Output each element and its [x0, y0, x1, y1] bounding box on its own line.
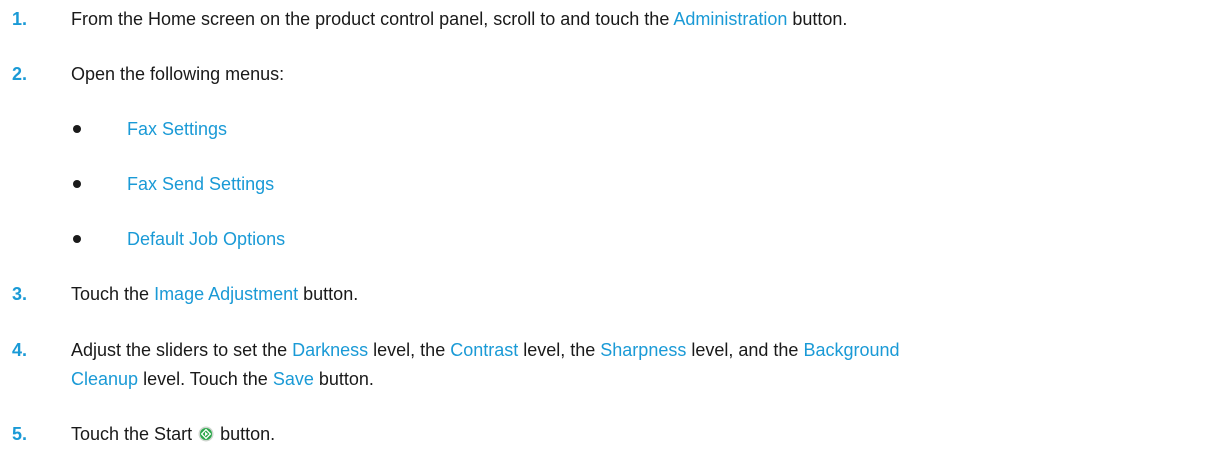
step-text: Touch the Start button.: [71, 423, 275, 445]
step-text-part: level, the: [518, 340, 601, 360]
step-text-part: From the Home screen on the product cont…: [71, 9, 674, 29]
save-keyword: Save: [272, 369, 314, 389]
darkness-keyword: Darkness: [292, 340, 369, 360]
step-text-part: Touch the: [71, 284, 155, 304]
contrast-keyword: Contrast: [450, 340, 519, 360]
background-keyword: Background: [803, 340, 900, 360]
image-adjustment-keyword: Image Adjustment: [154, 284, 299, 304]
step-text: From the Home screen on the product cont…: [71, 8, 847, 30]
bullet-icon: [73, 125, 81, 133]
step-text-part: Touch the Start: [71, 424, 198, 444]
sharpness-keyword: Sharpness: [600, 340, 687, 360]
step-text-part: button.: [298, 284, 359, 304]
step-text-part: button.: [313, 369, 374, 389]
step-text: Touch the Image Adjustment button.: [71, 283, 358, 305]
step-text-part: button.: [787, 9, 848, 29]
step-number: 2.: [12, 64, 28, 84]
step-text: Adjust the sliders to set the Darkness l…: [71, 339, 900, 361]
step-number: 1.: [12, 9, 28, 29]
step-text-part: Adjust the sliders to set the: [71, 340, 293, 360]
start-button-icon: [198, 426, 214, 442]
default-job-options-label: Default Job Options: [127, 229, 286, 249]
step-text-part: level, and the: [686, 340, 804, 360]
administration-keyword: Administration: [673, 9, 788, 29]
bullet-icon: [73, 235, 81, 243]
cleanup-keyword: Cleanup: [71, 369, 139, 389]
step-text-part: button.: [215, 424, 276, 444]
step-number: 5.: [12, 424, 28, 444]
step-number: 4.: [12, 340, 28, 360]
step-text: Open the following menus:: [71, 64, 285, 84]
procedure-document: 1. From the Home screen on the product c…: [0, 0, 1216, 455]
step-text-part: level, the: [368, 340, 451, 360]
step-text-part: level. Touch the: [138, 369, 273, 389]
fax-send-settings-label: Fax Send Settings: [127, 174, 275, 194]
fax-settings-label: Fax Settings: [127, 119, 228, 139]
step-number: 3.: [12, 284, 28, 304]
step-text: Cleanup level. Touch the Save button.: [71, 368, 374, 390]
bullet-icon: [73, 180, 81, 188]
